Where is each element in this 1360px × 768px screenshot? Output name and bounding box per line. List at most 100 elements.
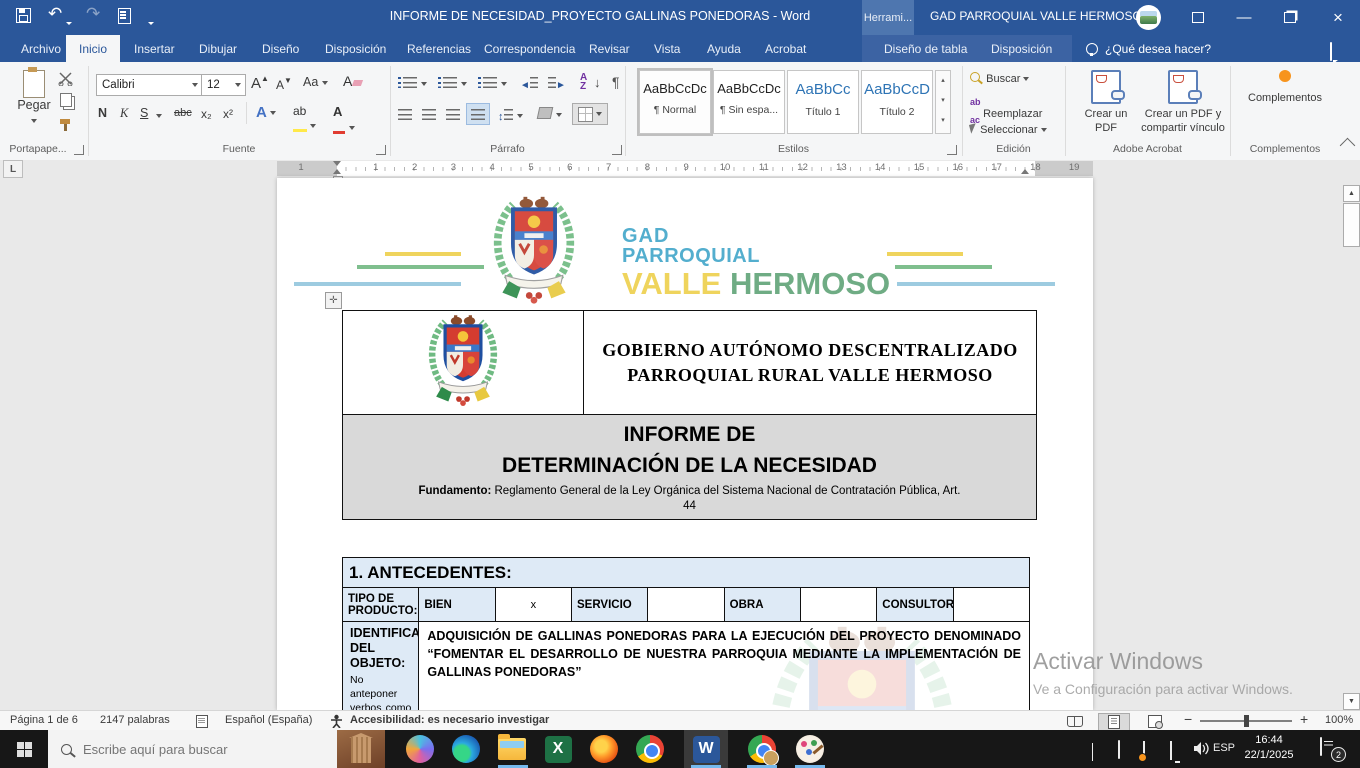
scroll-down-icon[interactable]: ▼: [1343, 693, 1360, 710]
style-titulo-2[interactable]: AaBbCcD Título 2: [861, 70, 933, 134]
taskbar-chrome-profile-icon[interactable]: [740, 730, 784, 768]
text-effects-icon[interactable]: A: [256, 104, 276, 121]
taskbar-copilot-icon[interactable]: [398, 730, 442, 768]
tray-device-icon[interactable]: [1118, 741, 1120, 759]
paragraph-dialog-launcher-icon[interactable]: [612, 145, 622, 155]
font-name-combo[interactable]: Calibri: [96, 74, 203, 96]
scroll-up-icon[interactable]: ▲: [1343, 185, 1360, 202]
search-highlight-image[interactable]: [337, 730, 385, 768]
replace-button[interactable]: abac Reemplazar: [970, 96, 1042, 126]
right-indent-marker[interactable]: [1021, 169, 1029, 174]
zoom-level[interactable]: 100%: [1325, 714, 1353, 726]
comments-icon[interactable]: [1330, 43, 1332, 61]
print-preview-icon[interactable]: [118, 8, 131, 29]
tipo-bien-value-cell[interactable]: x: [495, 588, 571, 622]
shrink-font-icon[interactable]: A▼: [276, 76, 292, 92]
antecedentes-heading-cell[interactable]: 1. ANTECEDENTES:: [343, 558, 1030, 588]
shading-icon[interactable]: [538, 106, 562, 124]
start-button[interactable]: [0, 730, 48, 768]
zoom-in-icon[interactable]: +: [1300, 711, 1308, 727]
tipo-obra-value-cell[interactable]: [800, 588, 876, 622]
line-spacing-icon[interactable]: ↕: [498, 107, 523, 125]
clear-formatting-icon[interactable]: A: [343, 73, 362, 89]
page-indicator[interactable]: Página 1 de 6: [10, 714, 78, 726]
select-button[interactable]: Seleccionar: [970, 124, 1047, 136]
copy-icon[interactable]: [60, 93, 72, 107]
proofing-icon[interactable]: [196, 715, 208, 731]
horizontal-ruler[interactable]: 1 12345678910111213141516171819: [277, 161, 1093, 176]
first-line-indent-marker[interactable]: [333, 161, 341, 166]
strikethrough-button[interactable]: abc: [174, 107, 192, 119]
tipo-consultoria-cell[interactable]: CONSULTORIA: [877, 588, 953, 622]
close-button[interactable]: ×: [1316, 0, 1360, 35]
grow-font-icon[interactable]: A▲: [251, 74, 269, 92]
borders-icon[interactable]: [572, 103, 608, 125]
tab-vista[interactable]: Vista: [641, 35, 693, 62]
tab-ayuda[interactable]: Ayuda: [694, 35, 754, 62]
identificacion-value-cell[interactable]: ADQUISICIÓN DE GALLINAS PONEDORAS PARA L…: [419, 622, 1030, 711]
notification-center-icon[interactable]: 2: [1320, 738, 1342, 758]
taskbar-search[interactable]: [48, 730, 337, 768]
find-button[interactable]: Buscar: [970, 72, 1029, 85]
undo-icon[interactable]: ↶: [48, 5, 62, 23]
save-icon[interactable]: [16, 8, 31, 28]
taskbar-excel-icon[interactable]: X: [536, 730, 580, 768]
table-move-handle-icon[interactable]: ✛: [325, 292, 342, 309]
tray-chevron-icon[interactable]: [1092, 744, 1093, 762]
ribbon-display-options-icon[interactable]: [1176, 0, 1220, 35]
tipo-servicio-value-cell[interactable]: [648, 588, 724, 622]
create-pdf-button[interactable]: Crear un PDF: [1075, 70, 1137, 136]
tell-me-box[interactable]: ¿Qué desea hacer?: [1072, 35, 1211, 62]
zoom-slider-thumb[interactable]: [1244, 715, 1249, 727]
tab-diseno[interactable]: Diseño: [249, 35, 312, 62]
pilcrow-icon[interactable]: ¶: [612, 74, 620, 90]
undo-dropdown-icon[interactable]: [66, 14, 72, 32]
tab-revisar[interactable]: Revisar: [576, 35, 643, 62]
numbering-icon[interactable]: [438, 75, 467, 93]
accessibility-status[interactable]: Accesibilidad: es necesario investigar: [350, 714, 549, 726]
superscript-button[interactable]: x²: [223, 107, 233, 121]
tray-display-sync-icon[interactable]: [1143, 742, 1145, 760]
tray-volume-icon[interactable]: [1193, 741, 1210, 756]
accessibility-icon[interactable]: [330, 714, 343, 728]
taskbar-file-explorer-icon[interactable]: [490, 730, 534, 768]
cut-icon[interactable]: [58, 72, 74, 86]
align-right-icon[interactable]: [446, 107, 460, 125]
style-titulo-1[interactable]: AaBbCc Título 1: [787, 70, 859, 134]
create-pdf-share-button[interactable]: Crear un PDF y compartir vínculo: [1139, 70, 1227, 136]
change-case-icon[interactable]: Aa: [303, 75, 328, 89]
tray-network-icon[interactable]: [1170, 742, 1172, 760]
font-dialog-launcher-icon[interactable]: [376, 145, 386, 155]
print-layout-icon[interactable]: [1098, 713, 1130, 731]
font-size-combo[interactable]: 12: [201, 74, 246, 96]
document-page[interactable]: GAD PARROQUIAL VALLE HERMOSO ✛ GOBIERNO …: [277, 178, 1093, 710]
read-mode-icon[interactable]: [1060, 713, 1090, 729]
hanging-indent-marker[interactable]: [333, 169, 341, 174]
document-canvas[interactable]: GAD PARROQUIAL VALLE HERMOSO ✛ GOBIERNO …: [0, 178, 1360, 710]
subscript-button[interactable]: x₂: [201, 107, 212, 121]
align-center-icon[interactable]: [422, 107, 436, 125]
clipboard-dialog-launcher-icon[interactable]: [74, 145, 84, 155]
tipo-bien-cell[interactable]: BIEN: [419, 588, 495, 622]
tab-acrobat[interactable]: Acrobat: [752, 35, 819, 62]
tab-inicio[interactable]: Inicio: [66, 35, 120, 62]
tab-disposicion[interactable]: Disposición: [312, 35, 399, 62]
tipo-producto-label-cell[interactable]: TIPO DE PRODUCTO:: [343, 588, 419, 622]
taskbar-edge-icon[interactable]: [444, 730, 488, 768]
language-indicator[interactable]: Español (España): [225, 714, 312, 726]
taskbar-chrome-icon[interactable]: [628, 730, 672, 768]
underline-button[interactable]: S: [140, 106, 148, 120]
collapse-ribbon-icon[interactable]: [1340, 138, 1356, 154]
tab-dibujar[interactable]: Dibujar: [186, 35, 250, 62]
tab-stop-selector[interactable]: L: [3, 160, 23, 178]
tray-language-indicator[interactable]: ESP: [1213, 742, 1235, 754]
header-table-crest-cell[interactable]: [343, 311, 584, 415]
tab-disposicion-tabla[interactable]: Disposición: [978, 35, 1065, 62]
style-sin-espaciado[interactable]: AaBbCcDc ¶ Sin espa...: [713, 70, 785, 134]
identificacion-label-cell[interactable]: IDENTIFICACION DEL OBJETO: No anteponer …: [343, 622, 419, 711]
align-left-icon[interactable]: [398, 107, 412, 125]
styles-gallery-scrollbar[interactable]: ▴▾▾: [935, 70, 951, 134]
multilevel-list-icon[interactable]: [478, 75, 507, 93]
tab-archivo[interactable]: Archivo: [8, 35, 74, 62]
web-layout-icon[interactable]: [1140, 713, 1170, 729]
